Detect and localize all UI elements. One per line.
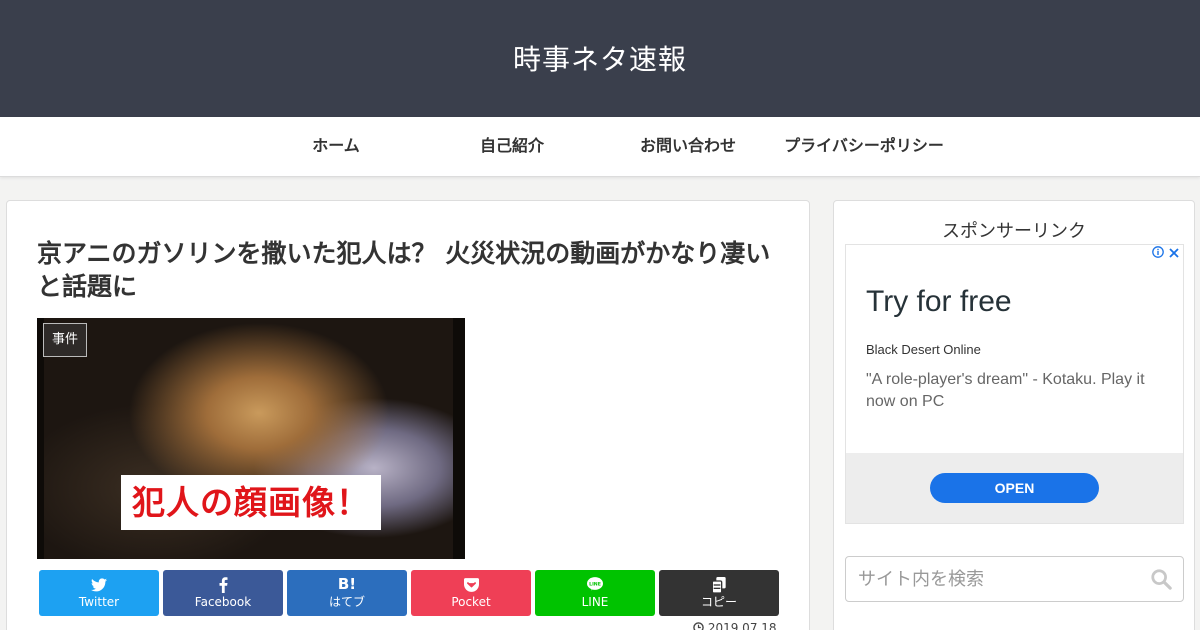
share-twitter-button[interactable]: Twitter (39, 570, 159, 616)
eyecatch-caption: 犯人の顔画像！ (132, 483, 370, 522)
hatena-icon: B! (337, 575, 357, 593)
ad-open-button[interactable]: OPEN (930, 473, 1099, 503)
clock-icon (693, 621, 708, 630)
facebook-icon (163, 575, 283, 593)
ad-footer: OPEN (846, 453, 1183, 523)
close-icon[interactable] (1168, 245, 1180, 263)
site-header: 時事ネタ速報 (0, 0, 1200, 117)
line-icon: LINE (535, 575, 655, 593)
article-title: 京アニのガソリンを撒いた犯人は？ 火災状況の動画がかなり凄いと話題に (37, 239, 771, 301)
share-buttons: Twitter Facebook B! はてブ Pocket LINE LINE (39, 570, 783, 616)
twitter-icon (39, 575, 159, 593)
search-input[interactable] (847, 558, 1137, 600)
share-hatena-button[interactable]: B! はてブ (287, 570, 407, 616)
ad-advertiser[interactable]: Black Desert Online (866, 342, 981, 357)
share-copy-label: コピー (700, 595, 737, 609)
nav-item-contact[interactable]: お問い合わせ (600, 117, 776, 177)
share-facebook-label: Facebook (194, 595, 252, 609)
share-pocket-label: Pocket (451, 595, 491, 609)
post-date-text: 2019.07.18 (707, 621, 777, 630)
post-date: 2019.07.18 (693, 621, 793, 630)
nav-item-profile[interactable]: 自己紹介 (424, 117, 600, 177)
eyecatch-caption-box: 犯人の顔画像！ (121, 475, 381, 530)
search-icon[interactable] (1150, 568, 1174, 592)
share-twitter-label: Twitter (78, 595, 120, 609)
article-card: 京アニのガソリンを撒いた犯人は？ 火災状況の動画がかなり凄いと話題に 事件 犯人… (6, 200, 810, 630)
global-nav: ホーム 自己紹介 お問い合わせ プライバシーポリシー (0, 117, 1200, 177)
info-icon[interactable] (1152, 246, 1164, 262)
pocket-icon (411, 575, 531, 593)
share-hatena-label: はてブ (328, 595, 365, 609)
category-label[interactable]: 事件 (43, 323, 88, 357)
share-line-label: LINE (581, 595, 609, 609)
search-box (845, 556, 1184, 602)
sponsor-heading: スポンサーリンク (942, 221, 1086, 242)
sidebar: スポンサーリンク Try for free Black Desert Onlin… (833, 200, 1195, 630)
share-pocket-button[interactable]: Pocket (411, 570, 531, 616)
share-line-button[interactable]: LINE LINE (535, 570, 655, 616)
nav-item-privacy[interactable]: プライバシーポリシー (776, 117, 952, 177)
ad-description[interactable]: "A role-player's dream" - Kotaku. Play i… (866, 369, 1166, 413)
svg-text:LINE: LINE (589, 582, 601, 588)
share-facebook-button[interactable]: Facebook (163, 570, 283, 616)
nav-item-home[interactable]: ホーム (248, 117, 424, 177)
ad-unit[interactable]: Try for free Black Desert Online "A role… (845, 244, 1184, 524)
ad-title[interactable]: Try for free (866, 285, 1012, 319)
site-title[interactable]: 時事ネタ速報 (0, 0, 1200, 117)
copy-icon (659, 575, 779, 594)
share-copy-button[interactable]: コピー (659, 570, 779, 616)
eyecatch-image: 事件 犯人の顔画像！ (37, 318, 465, 559)
